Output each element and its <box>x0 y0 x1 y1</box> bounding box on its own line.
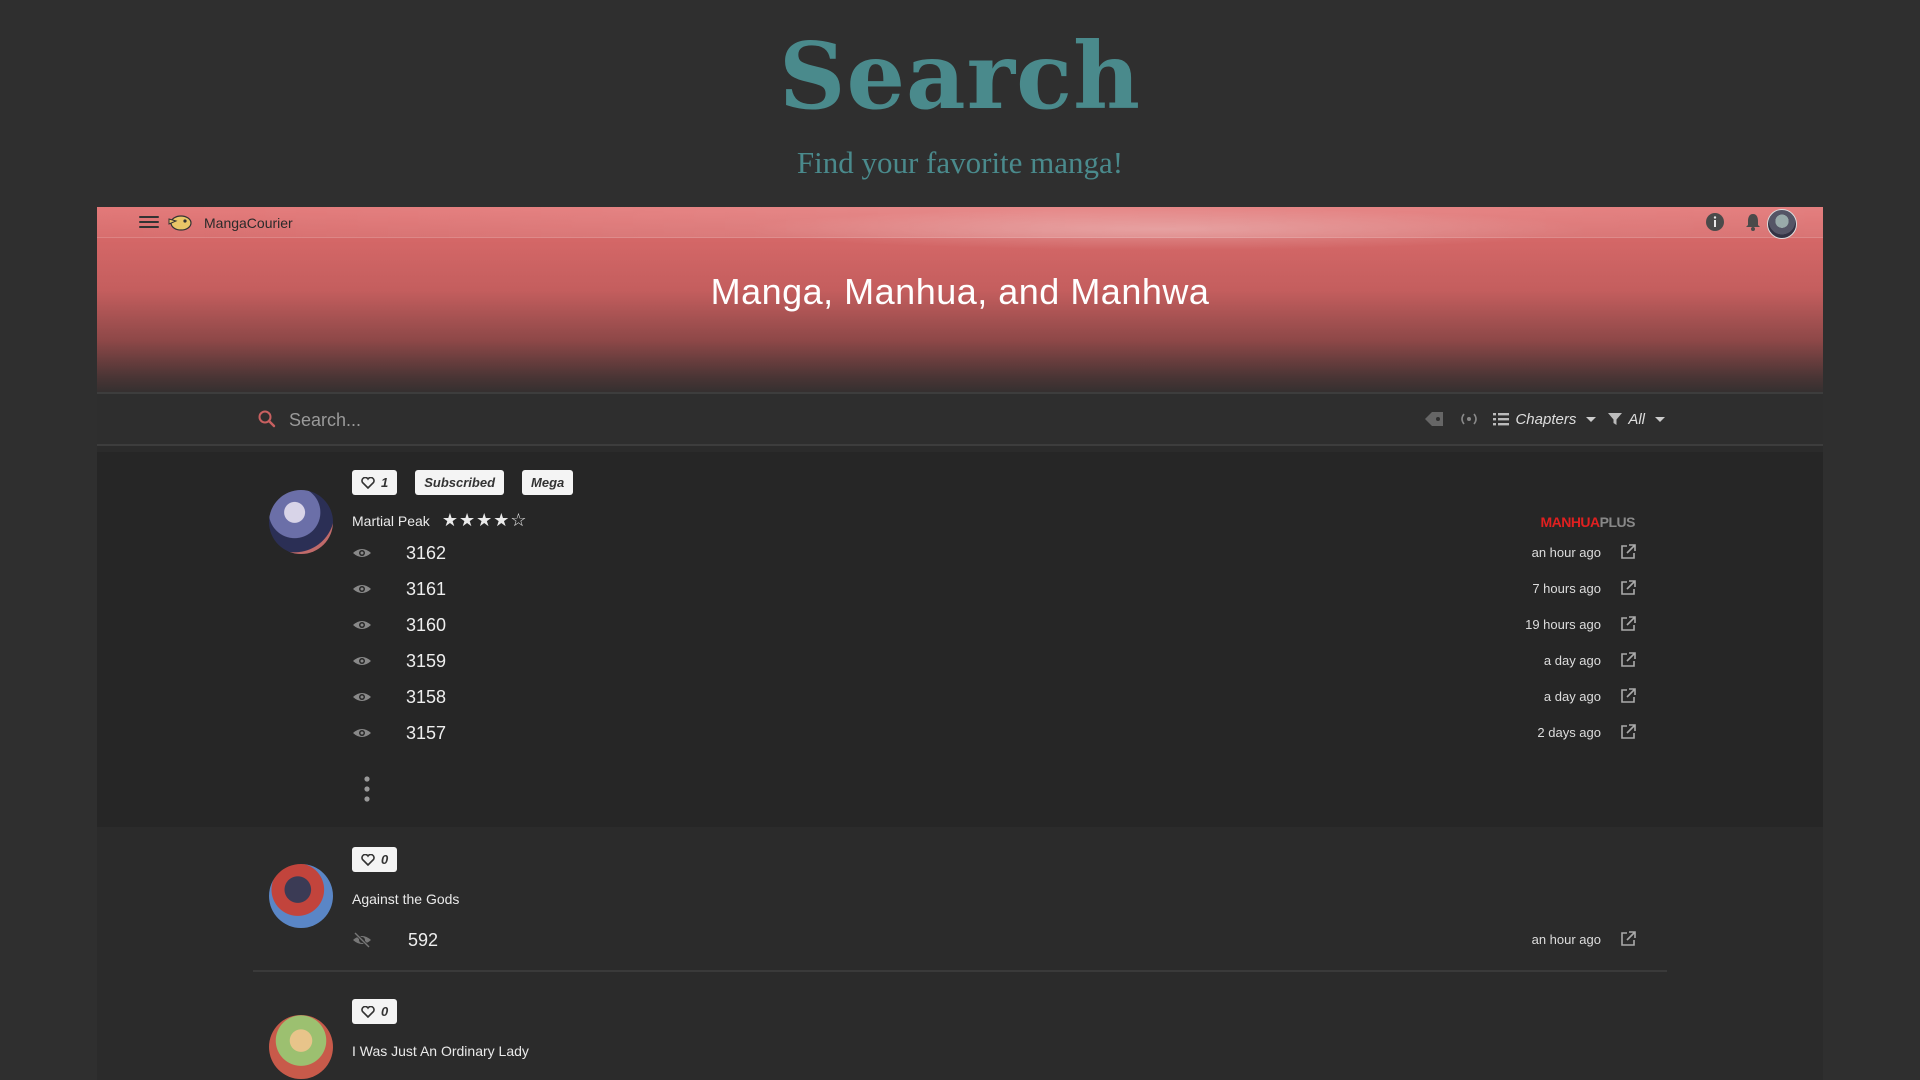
eye-icon[interactable] <box>352 687 372 707</box>
hero-banner: MangaCourier Manga, Manhua, and Manhwa <box>97 207 1823 392</box>
manga-cover[interactable] <box>269 1015 333 1079</box>
entry-badges: 0 <box>352 847 398 872</box>
external-link-icon[interactable] <box>1619 579 1637 597</box>
filter-dropdown[interactable]: All <box>1608 411 1665 428</box>
chapters-label: Chapters <box>1515 410 1577 428</box>
manga-entry: 1 Subscribed Mega Martial Peak ★★★★☆ MAN… <box>97 452 1823 827</box>
chapter-row[interactable]: 3157 2 days ago <box>97 715 1823 751</box>
entry-divider <box>253 970 1667 972</box>
hero-title: Manga, Manhua, and Manhwa <box>710 271 1210 312</box>
external-link-icon[interactable] <box>1619 543 1637 561</box>
manga-cover[interactable] <box>269 864 333 928</box>
menu-icon[interactable] <box>139 213 159 231</box>
entry-title-line: Against the Gods <box>352 891 459 907</box>
like-button[interactable]: 1 <box>352 470 398 495</box>
entry-badges: 1 Subscribed Mega <box>352 470 574 495</box>
eye-icon[interactable] <box>352 579 372 599</box>
app-window: MangaCourier Manga, Manhua, and Manhwa S… <box>97 207 1823 1080</box>
eye-icon[interactable] <box>352 651 372 671</box>
chapter-number[interactable]: 3159 <box>406 651 446 672</box>
chapter-number[interactable]: 3157 <box>406 723 446 744</box>
entry-title-line: Martial Peak ★★★★☆ <box>352 510 528 531</box>
external-link-icon[interactable] <box>1619 930 1637 948</box>
chapter-row[interactable]: 3162 an hour ago <box>97 535 1823 571</box>
more-chapters-icon[interactable] <box>363 775 371 803</box>
source-badge[interactable]: Mega <box>522 470 574 495</box>
chapter-number[interactable]: 3162 <box>406 543 446 564</box>
heart-icon <box>361 1005 375 1018</box>
subscribed-badge[interactable]: Subscribed <box>415 470 505 495</box>
app-name[interactable]: MangaCourier <box>204 215 293 231</box>
list-icon <box>1493 413 1510 426</box>
external-link-icon[interactable] <box>1619 615 1637 633</box>
chevron-down-icon <box>1586 416 1597 422</box>
chapters-dropdown[interactable]: Chapters <box>1493 410 1597 428</box>
chapter-time: 7 hours ago <box>1532 581 1601 596</box>
rating-stars[interactable]: ★★★★☆ <box>442 510 528 531</box>
eye-icon[interactable] <box>352 543 372 563</box>
like-button[interactable]: 0 <box>352 847 398 872</box>
chapter-number[interactable]: 3158 <box>406 687 446 708</box>
search-bar: Chapters All <box>97 392 1823 446</box>
manga-title[interactable]: I Was Just An Ordinary Lady <box>352 1043 529 1059</box>
like-button[interactable]: 0 <box>352 999 398 1024</box>
chevron-down-icon <box>1655 416 1665 422</box>
chapter-number[interactable]: 592 <box>408 930 438 951</box>
entry-title-line: I Was Just An Ordinary Lady <box>352 1043 529 1059</box>
avatar[interactable] <box>1767 209 1797 239</box>
external-link-icon[interactable] <box>1619 651 1637 669</box>
chapter-row[interactable]: 3159 a day ago <box>97 643 1823 679</box>
external-link-icon[interactable] <box>1619 687 1637 705</box>
chapter-row[interactable]: 592 an hour ago <box>97 922 1823 958</box>
bell-icon[interactable] <box>1743 212 1763 232</box>
search-tools: Chapters All <box>1423 408 1665 430</box>
tag-icon[interactable] <box>1423 410 1445 428</box>
page-title: Search <box>779 22 1141 130</box>
like-count: 0 <box>381 852 389 867</box>
chapter-row[interactable]: 3161 7 hours ago <box>97 571 1823 607</box>
filter-label: All <box>1628 410 1645 428</box>
like-count: 0 <box>381 1004 389 1019</box>
chapter-row[interactable]: 3158 a day ago <box>97 679 1823 715</box>
top-navbar: MangaCourier <box>97 207 1823 239</box>
search-icon <box>258 410 276 428</box>
eye-icon[interactable] <box>352 615 372 635</box>
like-count: 1 <box>381 475 389 490</box>
heart-icon <box>361 853 375 866</box>
chapter-time: a day ago <box>1543 653 1601 668</box>
external-link-icon[interactable] <box>1619 723 1637 741</box>
eye-slash-icon[interactable] <box>352 930 372 950</box>
chapter-number[interactable]: 3160 <box>406 615 446 636</box>
source-logo[interactable]: MANHUAPLUS <box>1540 514 1635 530</box>
manga-title[interactable]: Against the Gods <box>352 891 459 907</box>
chapter-time: 2 days ago <box>1537 725 1601 740</box>
chapter-row[interactable]: 3160 19 hours ago <box>97 607 1823 643</box>
manga-title[interactable]: Martial Peak <box>352 513 430 529</box>
chapter-time: a day ago <box>1543 689 1601 704</box>
entry-badges: 0 <box>352 999 398 1024</box>
search-input[interactable] <box>287 402 891 438</box>
eye-icon[interactable] <box>352 723 372 743</box>
logo-icon[interactable] <box>167 211 193 233</box>
chapter-time: 19 hours ago <box>1525 617 1601 632</box>
info-icon[interactable] <box>1705 212 1725 232</box>
chapter-number[interactable]: 3161 <box>406 579 446 600</box>
chapter-time: an hour ago <box>1531 932 1601 947</box>
page-subtitle: Find your favorite manga! <box>796 145 1124 180</box>
filter-icon <box>1608 413 1623 425</box>
chapter-time: an hour ago <box>1531 545 1601 560</box>
broadcast-icon[interactable] <box>1457 410 1481 428</box>
heart-icon <box>361 476 375 489</box>
